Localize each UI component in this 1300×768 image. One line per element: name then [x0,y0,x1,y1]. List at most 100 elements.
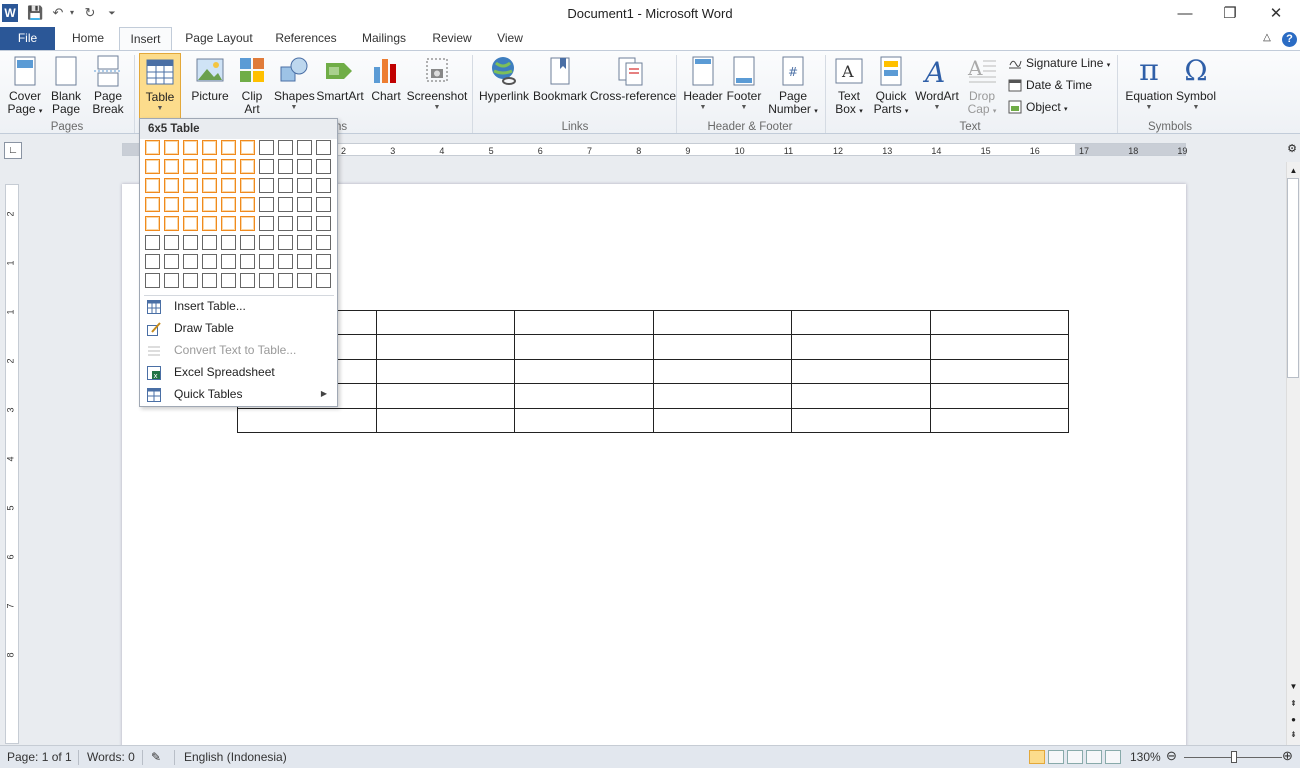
table-cell[interactable] [929,309,1069,336]
table-cell[interactable] [929,334,1069,360]
table-grid-cell[interactable] [259,178,274,193]
table-button[interactable]: Table ▼ [139,53,181,119]
table-grid-cell[interactable] [183,235,198,250]
full-screen-reading-icon[interactable] [1048,750,1064,764]
footer-button[interactable]: Footer ▼ [724,53,764,117]
table-grid-cell[interactable] [145,216,160,231]
chart-button[interactable]: Chart [368,53,404,117]
close-button[interactable]: ✕ [1253,0,1299,27]
tab-insert[interactable]: Insert [119,27,172,51]
table-grid-cell[interactable] [316,216,331,231]
menu-item-quick-tables[interactable]: Quick Tables ▶ [140,383,337,405]
table-cell[interactable] [514,309,654,336]
table-grid-cell[interactable] [297,140,312,155]
table-grid-cell[interactable] [183,197,198,212]
tab-home[interactable]: Home [65,27,111,50]
table-grid-cell[interactable] [202,254,217,269]
cross-reference-button[interactable]: Cross-reference [590,53,676,117]
table-grid-cell[interactable] [297,254,312,269]
web-layout-icon[interactable] [1067,750,1083,764]
object-button[interactable]: Object ▾ [1008,97,1068,117]
table-row[interactable] [237,309,1069,336]
table-grid-cell[interactable] [202,216,217,231]
menu-item-draw-table[interactable]: Draw Table [140,317,337,339]
cover-page-button[interactable]: Cover Page ▾ [4,53,46,117]
table-cell[interactable] [652,407,792,433]
table-row[interactable] [237,383,1069,409]
zoom-in-icon[interactable]: ⊕ [1282,748,1293,764]
restore-button[interactable]: ❐ [1207,0,1253,27]
table-grid-cell[interactable] [278,254,293,269]
menu-item-insert-table[interactable]: Insert Table... [140,295,337,317]
table-grid-cell[interactable] [221,273,236,288]
table-grid-cell[interactable] [259,254,274,269]
print-layout-view-icon[interactable] [1029,750,1045,764]
table-grid-cell[interactable] [240,197,255,212]
table-grid-cell[interactable] [316,159,331,174]
table-cell[interactable] [791,383,931,409]
previous-page-icon[interactable]: ⇞ [1287,699,1300,708]
table-grid-cell[interactable] [240,178,255,193]
help-icon[interactable]: ? [1281,27,1298,50]
proofing-icon[interactable]: ✎ [151,750,161,764]
table-grid-cell[interactable] [164,178,179,193]
table-cell[interactable] [929,407,1069,433]
table-grid-cell[interactable] [316,197,331,212]
table-grid-cell[interactable] [316,235,331,250]
table-grid-cell[interactable] [278,216,293,231]
smartart-button[interactable]: SmartArt [316,53,364,117]
table-cell[interactable] [791,334,931,360]
table-cell[interactable] [652,383,792,409]
text-box-button[interactable]: A Text Box ▾ [830,53,868,117]
page-number-button[interactable]: # Page Number ▾ [766,53,820,117]
table-grid-cell[interactable] [259,273,274,288]
table-grid-cell[interactable] [145,178,160,193]
symbol-button[interactable]: Ω Symbol ▼ [1176,53,1216,117]
page-break-button[interactable]: Page Break [88,53,128,117]
table-cell[interactable] [375,309,515,336]
quick-parts-button[interactable]: Quick Parts ▾ [870,53,912,117]
table-grid-cell[interactable] [164,159,179,174]
table-grid-cell[interactable] [221,197,236,212]
table-grid-cell[interactable] [164,254,179,269]
table-grid-cell[interactable] [316,273,331,288]
table-cell[interactable] [514,407,654,433]
date-time-button[interactable]: Date & Time [1008,75,1092,95]
table-cell[interactable] [375,407,515,433]
word-count[interactable]: Words: 0 [87,750,135,764]
table-grid-cell[interactable] [221,140,236,155]
minimize-button[interactable]: — [1162,0,1208,27]
table-grid-cell[interactable] [297,273,312,288]
scroll-up-icon[interactable]: ▲ [1287,166,1300,175]
screenshot-button[interactable]: Screenshot ▼ [406,53,468,117]
table-grid-cell[interactable] [240,254,255,269]
table-grid-cell[interactable] [164,197,179,212]
menu-item-convert-text[interactable]: Convert Text to Table... [140,339,337,361]
table-grid-cell[interactable] [221,235,236,250]
table-row[interactable] [237,358,1069,385]
table-grid-cell[interactable] [297,216,312,231]
table-cell[interactable] [652,358,792,385]
table-grid-cell[interactable] [278,140,293,155]
drop-cap-button[interactable]: A Drop Cap ▾ [962,53,1002,117]
table-cell[interactable] [375,383,515,409]
table-grid-cell[interactable] [183,254,198,269]
table-cell[interactable] [791,407,931,433]
next-page-icon[interactable]: ⇟ [1287,730,1300,739]
table-grid-cell[interactable] [221,159,236,174]
vertical-ruler[interactable]: 2 1 1 2 3 4 5 6 7 8 [5,184,19,744]
table-cell[interactable] [652,309,792,336]
table-grid-cell[interactable] [240,159,255,174]
wordart-button[interactable]: A WordArt ▼ [914,53,960,117]
table-grid-cell[interactable] [221,178,236,193]
table-grid-cell[interactable] [259,197,274,212]
table-grid-cell[interactable] [259,159,274,174]
table-grid-cell[interactable] [278,235,293,250]
table-grid-cell[interactable] [202,273,217,288]
minimize-ribbon-icon[interactable]: △ [1259,27,1275,50]
menu-item-excel-spreadsheet[interactable]: x Excel Spreadsheet [140,361,337,383]
table-cell[interactable] [791,358,931,385]
table-cell[interactable] [514,383,654,409]
zoom-out-icon[interactable]: ⊖ [1166,748,1177,764]
table-grid-cell[interactable] [240,235,255,250]
